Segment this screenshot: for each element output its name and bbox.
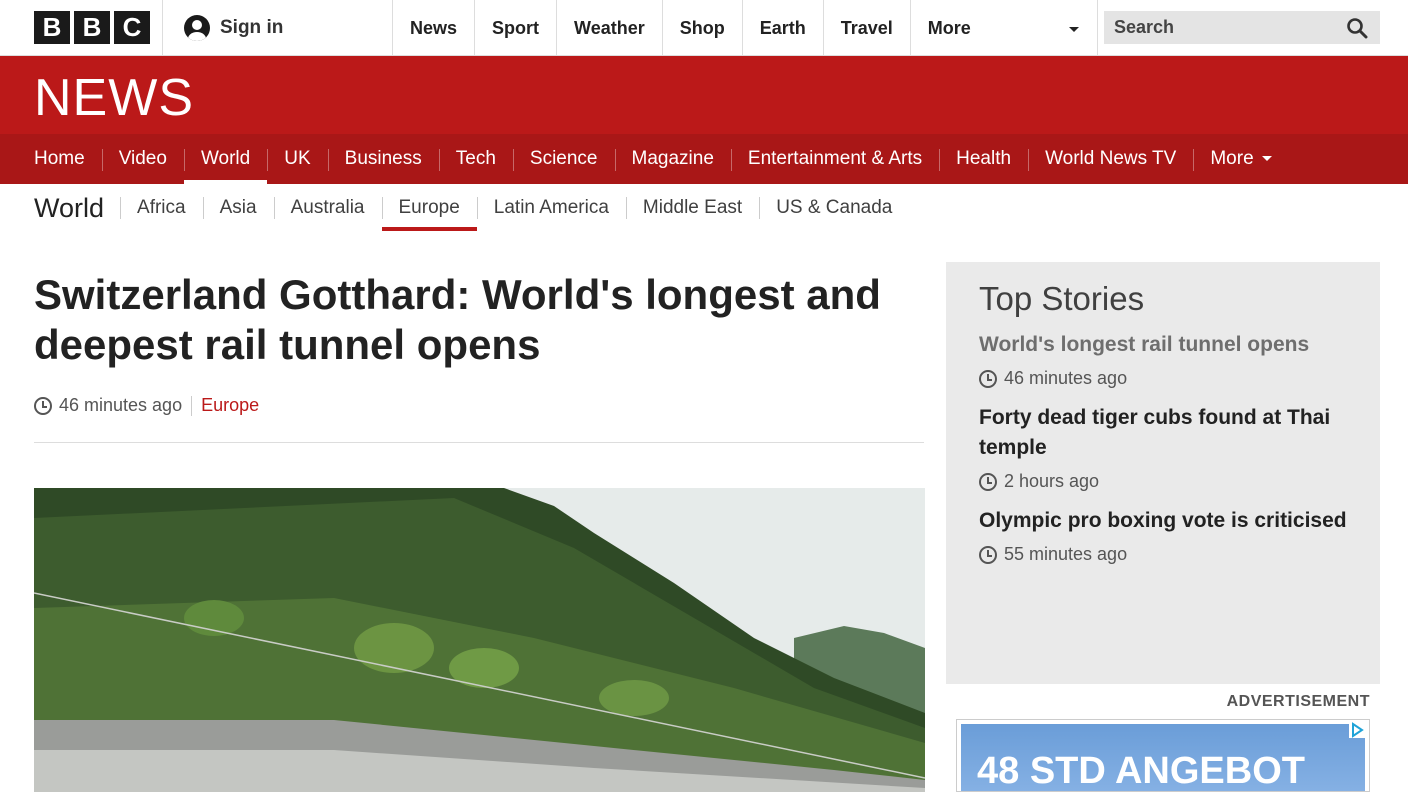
global-nav-news[interactable]: News: [392, 0, 474, 56]
story-timestamp: 46 minutes ago: [1004, 368, 1128, 388]
logo-letter: C: [114, 11, 150, 44]
sign-in-link[interactable]: Sign in: [184, 15, 283, 41]
story-meta: 46 minutes ago: [979, 368, 1347, 389]
clock-icon: [979, 369, 997, 388]
article-headline: Switzerland Gotthard: World's longest an…: [34, 271, 881, 368]
subnav-latin-america[interactable]: Latin America: [476, 184, 626, 232]
news-nav-world[interactable]: World: [183, 134, 268, 184]
subnav-middle-east[interactable]: Middle East: [625, 184, 759, 232]
list-item: World's longest rail tunnel opens 46 min…: [979, 330, 1347, 389]
story-title-link[interactable]: World's longest rail tunnel opens: [979, 330, 1347, 360]
global-nav-travel[interactable]: Travel: [822, 0, 910, 56]
subnav-africa[interactable]: Africa: [120, 184, 203, 232]
list-item: Olympic pro boxing vote is criticised 55…: [979, 506, 1347, 565]
news-nav-science[interactable]: Science: [512, 134, 615, 184]
story-meta: 55 minutes ago: [979, 544, 1347, 565]
user-icon: [184, 15, 210, 41]
adchoices-icon[interactable]: [1349, 722, 1365, 738]
story-title-link[interactable]: Forty dead tiger cubs found at Thai temp…: [979, 403, 1347, 463]
global-nav-more[interactable]: More: [909, 0, 1098, 56]
global-nav-earth[interactable]: Earth: [741, 0, 823, 56]
news-nav-world-news-tv[interactable]: World News TV: [1028, 134, 1193, 184]
advertisement-label: ADVERTISEMENT: [1226, 693, 1370, 710]
news-nav-home[interactable]: Home: [17, 134, 102, 184]
global-nav-more-label: More: [927, 18, 971, 38]
global-nav-sport[interactable]: Sport: [474, 0, 556, 56]
section-title[interactable]: World: [34, 184, 120, 232]
global-navigation-bar: B B C Sign in News Sport Weather Shop Ea…: [0, 0, 1408, 56]
news-nav-more[interactable]: More: [1193, 134, 1288, 184]
news-navigation: Home Video World UK Business Tech Scienc…: [0, 134, 1408, 184]
subnav-asia[interactable]: Asia: [202, 184, 274, 232]
section-subnav: World Africa Asia Australia Europe Latin…: [34, 184, 909, 232]
news-header: NEWS: [0, 56, 1408, 134]
story-title-link[interactable]: Olympic pro boxing vote is criticised: [979, 506, 1347, 536]
story-meta: 2 hours ago: [979, 471, 1347, 492]
logo-letter: B: [34, 11, 70, 44]
article-meta: 46 minutes ago Europe: [34, 395, 259, 416]
global-nav: News Sport Weather Shop Earth Travel Mor…: [392, 0, 1098, 56]
subnav-europe[interactable]: Europe: [381, 184, 478, 232]
news-nav-more-label: More: [1210, 148, 1254, 169]
news-nav-magazine[interactable]: Magazine: [614, 134, 731, 184]
news-nav-health[interactable]: Health: [939, 134, 1028, 184]
logo-letter: B: [74, 11, 110, 44]
sign-in-label: Sign in: [220, 17, 284, 38]
subnav-us-canada[interactable]: US & Canada: [759, 184, 909, 232]
article-section-link[interactable]: Europe: [201, 395, 259, 416]
divider: [191, 395, 193, 416]
ad-headline: 48 STD ANGEBOT: [977, 750, 1305, 792]
story-timestamp: 2 hours ago: [1004, 471, 1100, 491]
clock-icon: [979, 472, 997, 491]
divider: [162, 0, 163, 56]
clock-icon: [34, 396, 52, 415]
top-stories-panel: Top Stories World's longest rail tunnel …: [946, 262, 1380, 684]
search-input[interactable]: [1104, 11, 1334, 44]
divider: [34, 442, 924, 443]
mountain-landscape-image: [34, 488, 925, 792]
search-icon[interactable]: [1346, 17, 1368, 39]
search-box: [1104, 11, 1380, 44]
news-nav-business[interactable]: Business: [327, 134, 439, 184]
caret-down-icon: [1068, 27, 1079, 32]
list-item: Forty dead tiger cubs found at Thai temp…: [979, 403, 1347, 492]
top-stories-title: Top Stories: [979, 280, 1145, 317]
news-nav-video[interactable]: Video: [101, 134, 184, 184]
clock-icon: [979, 545, 997, 564]
article-timestamp: 46 minutes ago: [59, 395, 183, 415]
news-wordmark[interactable]: NEWS: [34, 68, 194, 128]
article-photo: [34, 488, 925, 792]
bbc-logo[interactable]: B B C: [34, 11, 150, 44]
story-timestamp: 55 minutes ago: [1004, 544, 1128, 564]
news-nav-tech[interactable]: Tech: [438, 134, 513, 184]
subnav-australia[interactable]: Australia: [273, 184, 382, 232]
news-nav-uk[interactable]: UK: [267, 134, 327, 184]
caret-down-icon: [1261, 156, 1272, 162]
news-nav-entertainment-arts[interactable]: Entertainment & Arts: [730, 134, 939, 184]
global-nav-weather[interactable]: Weather: [556, 0, 662, 56]
advertisement-banner[interactable]: 48 STD ANGEBOT: [956, 719, 1370, 792]
global-nav-shop[interactable]: Shop: [661, 0, 742, 56]
